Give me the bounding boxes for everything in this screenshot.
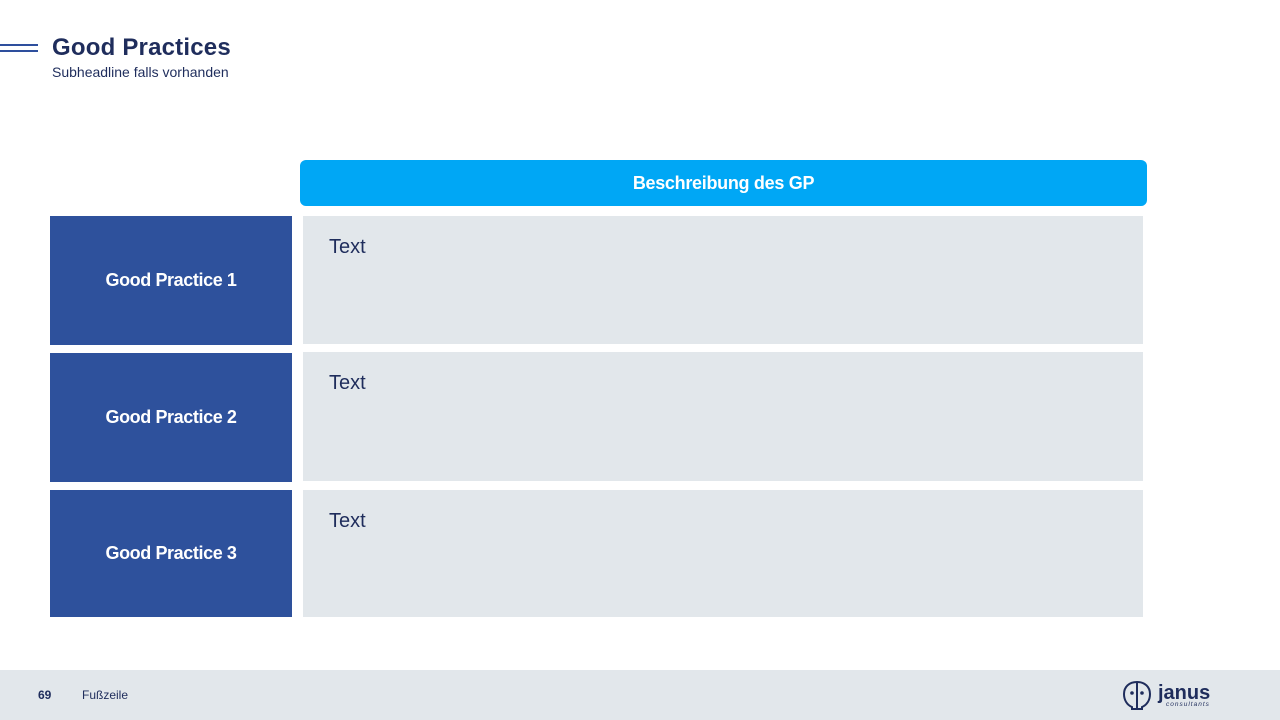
row-text-good-practice-1: Text — [329, 236, 366, 258]
row-label-good-practice-1: Good Practice 1 — [50, 216, 292, 345]
row-text-good-practice-3: Text — [329, 510, 366, 532]
row-label-good-practice-2: Good Practice 2 — [50, 353, 292, 482]
row-text-good-practice-2: Text — [329, 372, 366, 394]
row-label-good-practice-3: Good Practice 3 — [50, 490, 292, 617]
logo-head-icon — [1122, 680, 1152, 710]
row-cell-good-practice-3: Text — [303, 490, 1143, 617]
slide-subtitle: Subheadline falls vorhanden — [52, 64, 229, 80]
page-number: 69 — [38, 688, 52, 702]
janus-logo: janus consultants — [1122, 680, 1210, 710]
footer-text: Fußzeile — [82, 688, 129, 702]
table-header: Beschreibung des GP — [300, 160, 1147, 206]
row-cell-good-practice-1: Text — [303, 216, 1143, 344]
logo-tagline: consultants — [1166, 701, 1210, 708]
accent-line-bottom — [0, 50, 38, 52]
accent-line-top — [0, 44, 38, 46]
footer-bar: 69 Fußzeile janus consultants — [0, 670, 1280, 720]
row-cell-good-practice-2: Text — [303, 352, 1143, 481]
slide-title: Good Practices — [52, 34, 231, 61]
title-accent-lines — [0, 44, 38, 54]
